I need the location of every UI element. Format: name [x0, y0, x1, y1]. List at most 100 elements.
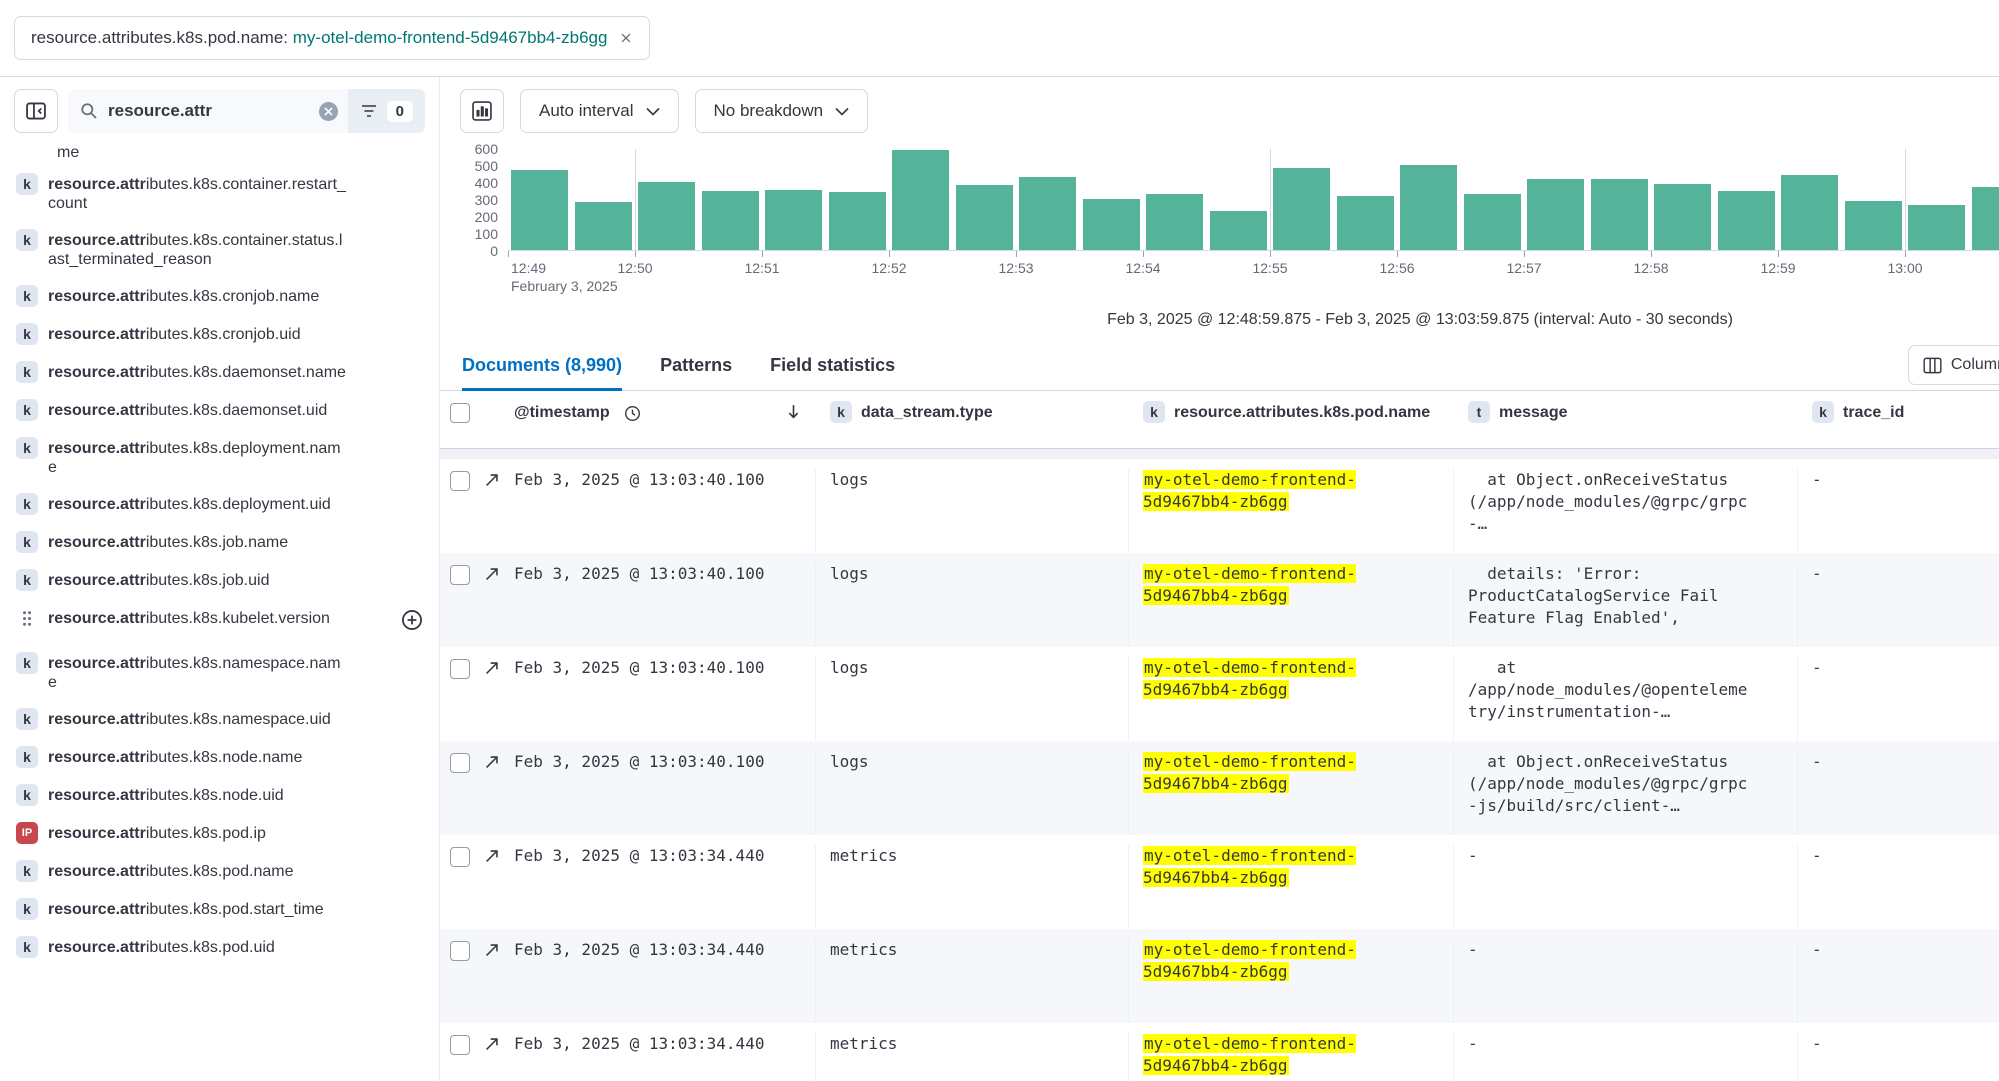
- field-list-item[interactable]: kresource.attributes.k8s.container.resta…: [8, 166, 431, 222]
- histogram-bar[interactable]: [1464, 194, 1521, 250]
- field-list-item[interactable]: kresource.attributes.k8s.pod.start_time: [8, 891, 431, 929]
- field-list-item[interactable]: kresource.attributes.k8s.namespace.uid: [8, 701, 431, 739]
- expand-document-icon[interactable]: [483, 753, 501, 776]
- field-list-item[interactable]: kresource.attributes.k8s.namespace.name: [8, 645, 431, 701]
- field-list-item[interactable]: kresource.attributes.k8s.cronjob.name: [8, 278, 431, 316]
- row-checkbox[interactable]: [450, 753, 470, 773]
- histogram-bar[interactable]: [1019, 177, 1076, 250]
- histogram-bar[interactable]: [1908, 205, 1965, 250]
- keyword-token: k: [1143, 401, 1165, 423]
- histogram-bar[interactable]: [1781, 175, 1838, 250]
- field-search-input[interactable]: resource.attr: [68, 89, 348, 133]
- timestamp-value: Feb 3, 2025 @ 13:03:40.100: [514, 751, 764, 773]
- field-list-item[interactable]: resource.attributes.k8s.kubelet.version: [8, 600, 431, 645]
- x-axis-tick-label: 12:53: [998, 260, 1033, 276]
- sort-descending-icon[interactable]: [785, 403, 802, 425]
- histogram-bar[interactable]: [1210, 211, 1267, 250]
- expand-document-icon[interactable]: [483, 565, 501, 588]
- expand-document-icon[interactable]: [483, 659, 501, 682]
- breakdown-dropdown[interactable]: No breakdown: [695, 89, 869, 133]
- histogram-bar[interactable]: [575, 202, 632, 250]
- field-list-item[interactable]: kresource.attributes.k8s.cronjob.uid: [8, 316, 431, 354]
- keyword-field-token: k: [16, 746, 38, 768]
- expand-document-icon[interactable]: [483, 847, 501, 870]
- row-checkbox[interactable]: [450, 659, 470, 679]
- row-checkbox[interactable]: [450, 471, 470, 491]
- row-checkbox[interactable]: [450, 941, 470, 961]
- columns-icon: [1923, 357, 1942, 374]
- field-list-item[interactable]: kresource.attributes.k8s.deployment.name: [8, 430, 431, 486]
- column-header-data-stream-type[interactable]: data_stream.type: [861, 403, 993, 423]
- histogram-bar[interactable]: [892, 150, 949, 250]
- message-value: -: [1454, 1033, 1798, 1081]
- column-header-message[interactable]: message: [1499, 403, 1568, 423]
- interval-dropdown[interactable]: Auto interval: [520, 89, 679, 133]
- timestamp-value: Feb 3, 2025 @ 13:03:40.100: [514, 657, 764, 679]
- pod-name-cell: my-otel-demo-frontend- 5d9467bb4-zb6gg: [1129, 751, 1454, 835]
- histogram-bar[interactable]: [511, 170, 568, 250]
- chart-gridline: [1905, 149, 1906, 250]
- histogram-bar[interactable]: [1146, 194, 1203, 250]
- histogram-bar[interactable]: [1591, 179, 1648, 250]
- field-list-item[interactable]: kresource.attributes.k8s.pod.uid: [8, 929, 431, 967]
- histogram-bar[interactable]: [765, 190, 822, 250]
- field-list-item[interactable]: IPresource.attributes.k8s.pod.ip: [8, 815, 431, 853]
- add-field-button[interactable]: [401, 609, 423, 636]
- timestamp-value: Feb 3, 2025 @ 13:03:40.100: [514, 469, 764, 491]
- columns-button[interactable]: Columns: [1908, 345, 1999, 385]
- remove-filter-icon[interactable]: [619, 31, 633, 45]
- expand-document-icon[interactable]: [483, 1035, 501, 1058]
- row-checkbox[interactable]: [450, 1035, 470, 1055]
- histogram-bar[interactable]: [702, 191, 759, 250]
- expand-document-icon[interactable]: [483, 471, 501, 494]
- filter-pill[interactable]: resource.attributes.k8s.pod.name: my-ote…: [14, 16, 650, 60]
- x-axis-tick-label: 12:54: [1125, 260, 1160, 276]
- histogram-bar[interactable]: [956, 185, 1013, 250]
- tab-field-statistics[interactable]: Field statistics: [770, 355, 895, 390]
- select-all-checkbox[interactable]: [450, 403, 470, 423]
- histogram-bar[interactable]: [1845, 201, 1902, 250]
- histogram-bar[interactable]: [1654, 184, 1711, 250]
- field-list-item[interactable]: kresource.attributes.k8s.node.uid: [8, 777, 431, 815]
- field-list-item[interactable]: kresource.attributes.k8s.node.name: [8, 739, 431, 777]
- row-checkbox[interactable]: [450, 847, 470, 867]
- histogram-bar[interactable]: [829, 192, 886, 250]
- column-header-pod-name[interactable]: resource.attributes.k8s.pod.name: [1174, 403, 1430, 423]
- collapse-sidebar-button[interactable]: [14, 89, 58, 133]
- filter-count-badge: 0: [387, 101, 413, 122]
- row-checkbox[interactable]: [450, 565, 470, 585]
- histogram-bar[interactable]: [1718, 191, 1775, 250]
- histogram-bar[interactable]: [1337, 196, 1394, 250]
- field-list-item[interactable]: kresource.attributes.k8s.daemonset.uid: [8, 392, 431, 430]
- field-list-item[interactable]: kresource.attributes.k8s.pod.name: [8, 853, 431, 891]
- field-list-item[interactable]: kresource.attributes.k8s.deployment.uid: [8, 486, 431, 524]
- field-list-item[interactable]: kresource.attributes.k8s.job.uid: [8, 562, 431, 600]
- column-header-trace-id[interactable]: trace_id: [1843, 403, 1904, 423]
- field-list-item[interactable]: kresource.attributes.k8s.container.statu…: [8, 222, 431, 278]
- chart-options-button[interactable]: [460, 89, 504, 133]
- field-list-item[interactable]: kresource.attributes.k8s.job.name: [8, 524, 431, 562]
- tab-documents[interactable]: Documents (8,990): [462, 355, 622, 390]
- histogram-bar[interactable]: [1400, 165, 1457, 250]
- field-filter-button[interactable]: 0: [348, 89, 425, 133]
- field-list-item[interactable]: kresource.attributes.k8s.daemonset.name: [8, 354, 431, 392]
- x-axis-tick-label: 12:58: [1633, 260, 1668, 276]
- histogram-bar[interactable]: [1972, 187, 1999, 250]
- histogram-bar[interactable]: [1273, 168, 1330, 250]
- tab-patterns[interactable]: Patterns: [660, 355, 732, 390]
- document-row: Feb 3, 2025 @ 13:03:40.100logsmy-otel-de…: [440, 553, 1999, 647]
- histogram-bar[interactable]: [638, 182, 695, 250]
- x-axis-tick: [762, 251, 763, 257]
- keyword-field-token: k: [16, 652, 38, 674]
- histogram-bar[interactable]: [1527, 179, 1584, 250]
- drag-handle-icon[interactable]: [16, 610, 38, 627]
- timestamp-value: Feb 3, 2025 @ 13:03:34.440: [514, 939, 764, 961]
- column-header-timestamp[interactable]: @timestamp: [514, 403, 610, 423]
- field-name: resource.attributes.k8s.deployment.uid: [48, 495, 348, 514]
- histogram-chart: 0100200300400500600: [440, 149, 1999, 251]
- data-stream-type-value: logs: [816, 657, 1129, 741]
- chart-gridline: [1270, 149, 1271, 250]
- expand-document-icon[interactable]: [483, 941, 501, 964]
- histogram-bar[interactable]: [1083, 199, 1140, 250]
- clear-search-icon[interactable]: [319, 102, 338, 121]
